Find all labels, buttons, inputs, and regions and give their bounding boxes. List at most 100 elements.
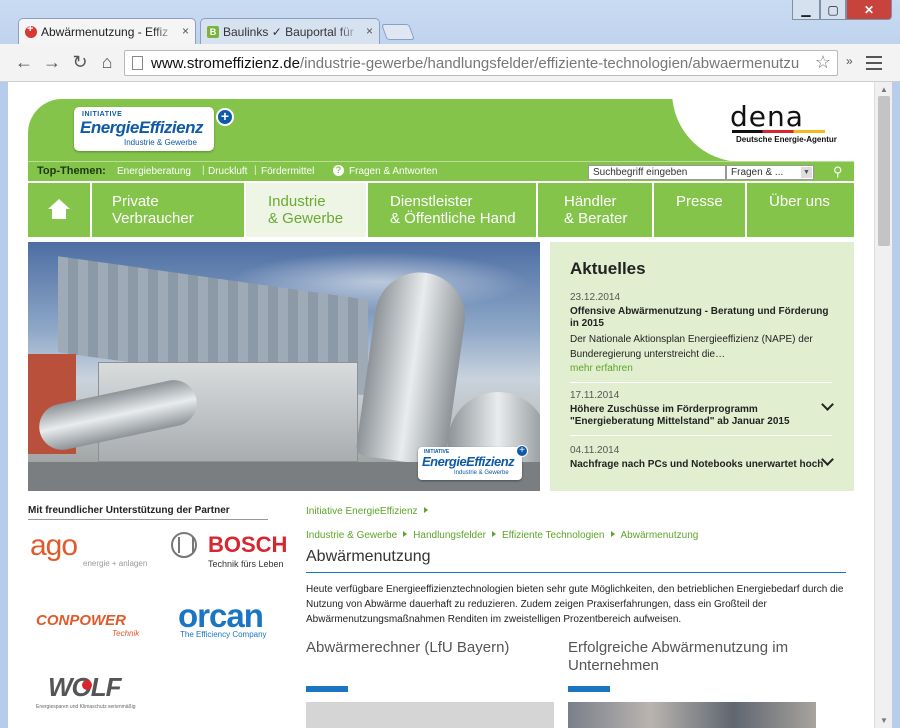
news-more-link[interactable]: mehr erfahren xyxy=(570,363,832,374)
news-title: Aktuelles xyxy=(570,259,646,278)
breadcrumb-arrow-icon xyxy=(610,531,615,537)
bosch-logo-tagline: Technik fürs Leben xyxy=(208,559,284,569)
vertical-scrollbar[interactable]: ▲ ▼ xyxy=(874,82,892,728)
nav-home[interactable] xyxy=(28,183,92,237)
news-date: 17.11.2014 xyxy=(570,390,620,401)
conpower-logo-tagline: Technik xyxy=(112,629,140,638)
breadcrumb-link[interactable]: Effiziente Technologien xyxy=(502,530,605,541)
forward-button[interactable]: → xyxy=(40,50,64,74)
breadcrumb-arrow-icon xyxy=(423,507,428,513)
address-bar[interactable]: www.stromeffizienz.de/industrie-gewerbe/… xyxy=(124,50,838,76)
news-item[interactable]: 04.11.2014 Nachfrage nach PCs und Notebo… xyxy=(570,445,834,471)
link-energieberatung[interactable]: Energieberatung xyxy=(117,166,191,177)
bookmark-star-icon[interactable]: ☆ xyxy=(815,52,831,73)
bosch-armature-icon xyxy=(171,532,197,558)
search-input[interactable]: Suchbegriff eingeben xyxy=(588,165,726,180)
breadcrumb: Industrie & Gewerbe Handlungsfelder Effizi… xyxy=(306,530,698,541)
news-item[interactable]: 23.12.2014 Offensive Abwärmenutzung - Be… xyxy=(570,292,832,374)
energieeffizienz-logo[interactable]: INITIATIVE EnergieEffizienz Industrie & … xyxy=(74,107,214,151)
nav-ueber-uns[interactable]: Über uns xyxy=(747,183,854,237)
ago-logo[interactable]: ago xyxy=(30,529,78,563)
back-button[interactable]: ← xyxy=(12,50,36,74)
nav-haendler-berater[interactable]: Händler & Berater xyxy=(538,183,654,237)
breadcrumb-arrow-icon xyxy=(403,531,408,537)
dena-favicon-icon xyxy=(25,23,37,38)
home-icon xyxy=(48,199,70,219)
card-accent-bar xyxy=(306,686,348,692)
dena-logo[interactable]: dena xyxy=(730,100,804,133)
orcan-logo-tagline: The Efficiency Company xyxy=(180,630,267,639)
link-foerdermittel[interactable]: Fördermittel xyxy=(261,166,314,177)
news-date: 04.11.2014 xyxy=(570,445,620,456)
tab-abwaermenutzung[interactable]: Abwärmenutzung - Effiz × xyxy=(18,18,196,44)
search-scope-select[interactable]: Fragen & ... ▼ xyxy=(726,165,814,180)
top-themes-bar: Top-Themen: Energieberatung | Druckluft … xyxy=(28,161,854,181)
card-accent-bar xyxy=(568,686,610,692)
nav-private-verbraucher[interactable]: Private Verbraucher xyxy=(92,183,246,237)
nav-presse[interactable]: Presse xyxy=(654,183,747,237)
chevron-down-icon: ▼ xyxy=(801,167,812,178)
page-viewport: INITIATIVE EnergieEffizienz Industrie & … xyxy=(8,82,874,728)
nav-industrie-gewerbe[interactable]: Industrie & Gewerbe xyxy=(246,183,368,237)
tab-close-icon[interactable]: × xyxy=(182,24,189,38)
news-headline[interactable]: Höhere Zuschüsse im Förderprogramm "Ener… xyxy=(570,404,832,428)
home-button[interactable]: ⌂ xyxy=(95,50,119,74)
browser-menu-icon[interactable] xyxy=(866,56,882,70)
tab-close-icon[interactable]: × xyxy=(366,24,373,38)
url-text[interactable]: www.stromeffizienz.de/industrie-gewerbe/… xyxy=(151,55,811,72)
tab-title: Abwärmenutzung - Effiz xyxy=(41,25,169,39)
breadcrumb-link[interactable]: Handlungsfelder xyxy=(413,530,486,541)
card-image[interactable] xyxy=(306,702,554,728)
page-icon xyxy=(132,56,143,70)
breadcrumb-root: Initiative EnergieEffizienz xyxy=(306,506,434,517)
scrollbar-thumb[interactable] xyxy=(878,96,890,246)
window-close-button[interactable]: ✕ xyxy=(846,0,892,20)
breadcrumb-link[interactable]: Initiative EnergieEffizienz xyxy=(306,506,418,517)
news-headline[interactable]: Offensive Abwärmenutzung - Beratung und … xyxy=(570,306,832,330)
tab-title: Baulinks ✓ Bauportal für xyxy=(223,25,354,39)
card-image[interactable] xyxy=(568,702,816,728)
browser-toolbar: ← → ↻ ⌂ www.stromeffizienz.de/industrie-… xyxy=(0,44,900,82)
top-themes-label: Top-Themen: xyxy=(37,165,106,177)
extensions-overflow-icon[interactable]: » xyxy=(846,54,853,68)
scroll-down-icon[interactable]: ▼ xyxy=(880,716,888,725)
baulinks-favicon-icon: B xyxy=(207,26,219,38)
hero-image: INITIATIVE EnergieEffizienz Industrie & … xyxy=(28,242,540,491)
window-maximize-button[interactable]: ▢ xyxy=(820,0,846,20)
card-title-erfolgreiche[interactable]: Erfolgreiche Abwärmenutzung im Unternehm… xyxy=(568,639,788,675)
new-tab-button[interactable] xyxy=(381,24,415,40)
help-icon: ? xyxy=(333,165,344,176)
link-fragen-antworten[interactable]: Fragen & Antworten xyxy=(349,166,437,177)
hero-energieeffizienz-logo: INITIATIVE EnergieEffizienz Industrie & … xyxy=(418,445,528,480)
tab-baulinks[interactable]: B Baulinks ✓ Bauportal für × xyxy=(200,18,380,44)
browser-chrome: Abwärmenutzung - Effiz × B Baulinks ✓ Ba… xyxy=(0,0,900,82)
page-title: Abwärmenutzung xyxy=(306,548,431,565)
logo-plus-icon: + xyxy=(516,445,528,457)
ago-logo-tagline: energie + anlagen xyxy=(83,559,148,568)
partners-title: Mit freundlicher Unterstützung der Partn… xyxy=(28,505,230,516)
news-date: 23.12.2014 xyxy=(570,292,621,303)
dena-subtitle: Deutsche Energie-Agentur xyxy=(736,135,837,144)
card-title-abwaermerechner[interactable]: Abwärmerechner (LfU Bayern) xyxy=(306,639,509,657)
news-headline[interactable]: Nachfrage nach PCs und Notebooks unerwar… xyxy=(570,459,832,471)
wolf-logo-dot xyxy=(82,680,92,690)
bosch-logo[interactable]: BOSCH xyxy=(208,532,287,558)
wolf-logo-tagline: Energiesparen und Klimaschutz serienmäßi… xyxy=(36,704,136,710)
intro-text: Heute verfügbare Energieeffizienztechnol… xyxy=(306,584,844,625)
logo-plus-icon: + xyxy=(216,108,234,126)
main-navigation: Private Verbraucher Industrie & Gewerbe Di… xyxy=(28,183,854,237)
link-druckluft[interactable]: Druckluft xyxy=(208,166,247,177)
conpower-logo[interactable]: CONPOWER xyxy=(36,612,126,629)
reload-button[interactable]: ↻ xyxy=(68,50,92,74)
search-icon[interactable]: ⚲ xyxy=(833,164,843,180)
news-panel: Aktuelles 23.12.2014 Offensive Abwärmenu… xyxy=(550,242,854,491)
news-teaser: Der Nationale Aktionsplan Energieeffizie… xyxy=(570,334,813,360)
window-minimize-button[interactable]: ▁ xyxy=(792,0,820,20)
breadcrumb-link[interactable]: Industrie & Gewerbe xyxy=(306,530,397,541)
news-item[interactable]: 17.11.2014 Höhere Zuschüsse im Förderpro… xyxy=(570,390,834,428)
breadcrumb-arrow-icon xyxy=(492,531,496,537)
dena-color-line xyxy=(732,130,825,133)
breadcrumb-current[interactable]: Abwärmenutzung xyxy=(621,530,699,541)
nav-dienstleister[interactable]: Dienstleister & Öffentliche Hand xyxy=(368,183,538,237)
scroll-up-icon[interactable]: ▲ xyxy=(880,85,888,94)
